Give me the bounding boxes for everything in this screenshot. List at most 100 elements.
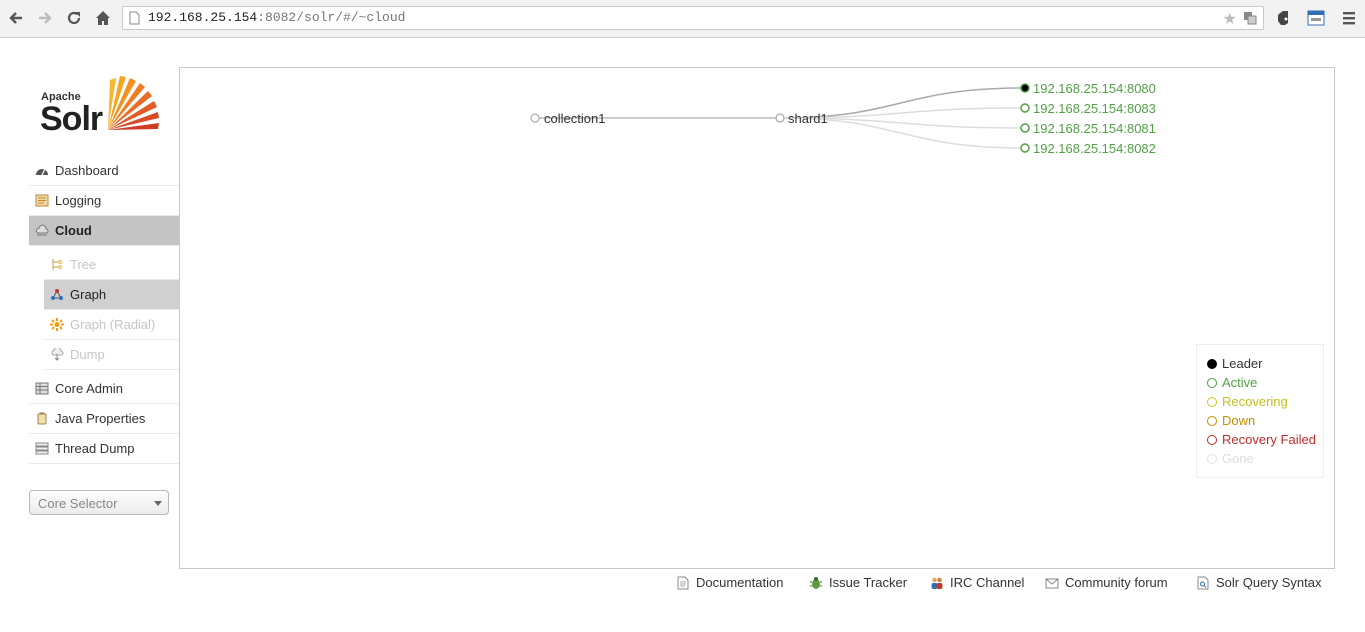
shard-label[interactable]: shard1 [788,111,828,126]
cloud-graph [530,83,1030,153]
irc-icon [931,577,943,589]
legend-item-leader: Leader [1207,356,1323,372]
forward-arrow-icon [39,12,52,24]
graph-icon [51,289,63,300]
cloud-icon [36,224,49,236]
leader-dot-icon [1207,359,1217,369]
footer-link-label: IRC Channel [950,575,1025,590]
legend-item-recovering: Recovering [1207,394,1323,410]
calendar-extension-icon[interactable] [1307,9,1325,27]
reload-button[interactable] [62,6,86,30]
sidebar-item-logging[interactable]: Logging [29,186,179,216]
sidebar-item-label: Thread Dump [55,441,135,456]
gone-dot-icon [1207,454,1217,464]
chevron-down-icon [154,501,162,506]
legend-label: Down [1222,413,1256,428]
sidebar-item-label: Java Properties [55,411,146,426]
home-icon [96,11,110,25]
replica-node-leader[interactable] [1020,83,1030,93]
dashboard-icon [36,168,48,176]
legend-item-down: Down [1207,413,1323,429]
sidebar-item-label: Tree [70,257,97,272]
cloud-submenu: Tree Graph Graph (Radial) Dump [29,246,179,370]
footer-link-label: Solr Query Syntax [1216,575,1322,590]
legend-label: Recovery Failed [1222,432,1316,447]
footer-link-label: Documentation [696,575,784,590]
dump-icon [51,348,64,361]
logo-solr-text: Solr [40,100,103,138]
sidebar-item-dashboard[interactable]: Dashboard [29,156,179,186]
sidebar-item-graph-radial[interactable]: Graph (Radial) [44,310,179,340]
browser-toolbar: 192.168.25.154:8082/solr/#/~cloud ★ [0,0,1365,38]
recovering-dot-icon [1207,397,1217,407]
footer-link-label: Community forum [1065,575,1168,590]
sidebar-menu: Dashboard Logging Cloud Tree Graph Graph… [29,156,179,464]
replica-label[interactable]: 192.168.25.154:8080 [1033,81,1156,96]
legend-label: Recovering [1222,394,1288,409]
replica-label[interactable]: 192.168.25.154:8082 [1033,141,1156,156]
core-selector-dropdown[interactable]: Core Selector [29,490,169,515]
sidebar-item-label: Dump [70,347,105,362]
menu-icon[interactable] [1340,9,1358,27]
sidebar-item-label: Dashboard [55,163,119,178]
collection-node[interactable] [530,113,540,123]
sidebar-item-thread-dump[interactable]: Thread Dump [29,434,179,464]
sidebar-item-label: Core Admin [55,381,123,396]
address-bar[interactable]: 192.168.25.154:8082/solr/#/~cloud ★ [122,6,1264,30]
core-admin-icon [35,382,49,395]
sidebar-item-label: Graph (Radial) [70,317,156,332]
sidebar-item-java-properties[interactable]: Java Properties [29,404,179,434]
graph-legend: Leader Active Recovering Down Recovery F… [1196,344,1324,478]
active-dot-icon [1207,378,1217,388]
sidebar-item-dump[interactable]: Dump [44,340,179,370]
reload-icon [67,11,81,25]
footer-link-label: Issue Tracker [829,575,908,590]
query-syntax-icon [1197,576,1209,590]
translate-icon[interactable] [1243,11,1257,25]
java-properties-icon [37,412,47,425]
url-host: 192.168.25.154 [148,10,258,25]
sidebar-item-label: Cloud [55,223,92,238]
replica-node[interactable] [1020,103,1030,113]
back-button[interactable] [4,6,28,30]
mail-icon [1045,578,1059,589]
home-button[interactable] [91,6,115,30]
thread-dump-icon [35,442,49,455]
legend-item-active: Active [1207,375,1323,391]
graph-radial-icon [50,318,64,331]
url-path: :8082/solr/#/~cloud [257,10,406,25]
page-icon [129,11,140,25]
solr-logo[interactable]: Apache Solr [40,74,165,140]
shard-node[interactable] [775,113,785,123]
bookmark-star-icon[interactable]: ★ [1223,9,1237,29]
sidebar-item-tree[interactable]: Tree [44,250,179,280]
tree-icon [52,259,62,270]
replica-label[interactable]: 192.168.25.154:8083 [1033,101,1156,116]
legend-item-gone: Gone [1207,451,1323,467]
cloud-graph-panel: collection1 shard1 192.168.25.154:8080 1… [179,67,1335,569]
replica-label[interactable]: 192.168.25.154:8081 [1033,121,1156,136]
legend-label: Active [1222,375,1258,390]
sidebar-item-graph[interactable]: Graph [44,280,179,310]
core-selector-label: Core Selector [38,496,118,511]
footer-links: Documentation Issue Tracker IRC Channel … [0,572,1365,596]
down-dot-icon [1207,416,1217,426]
legend-label: Gone [1222,451,1254,466]
bug-icon [810,577,822,589]
evernote-icon[interactable] [1275,9,1293,27]
back-arrow-icon [9,12,22,24]
collection-label[interactable]: collection1 [544,111,605,126]
replica-node[interactable] [1020,143,1030,153]
url-text[interactable]: 192.168.25.154:8082/solr/#/~cloud [148,10,405,25]
sidebar-item-core-admin[interactable]: Core Admin [29,374,179,404]
sidebar-item-label: Logging [55,193,102,208]
forward-button[interactable] [33,6,57,30]
logging-icon [35,194,49,207]
recovery-failed-dot-icon [1207,435,1217,445]
legend-item-recovery-failed: Recovery Failed [1207,432,1323,448]
sidebar-item-label: Graph [70,287,107,302]
legend-label: Leader [1222,356,1263,371]
documentation-icon [677,576,689,590]
replica-node[interactable] [1020,123,1030,133]
sidebar-item-cloud[interactable]: Cloud [29,216,179,246]
